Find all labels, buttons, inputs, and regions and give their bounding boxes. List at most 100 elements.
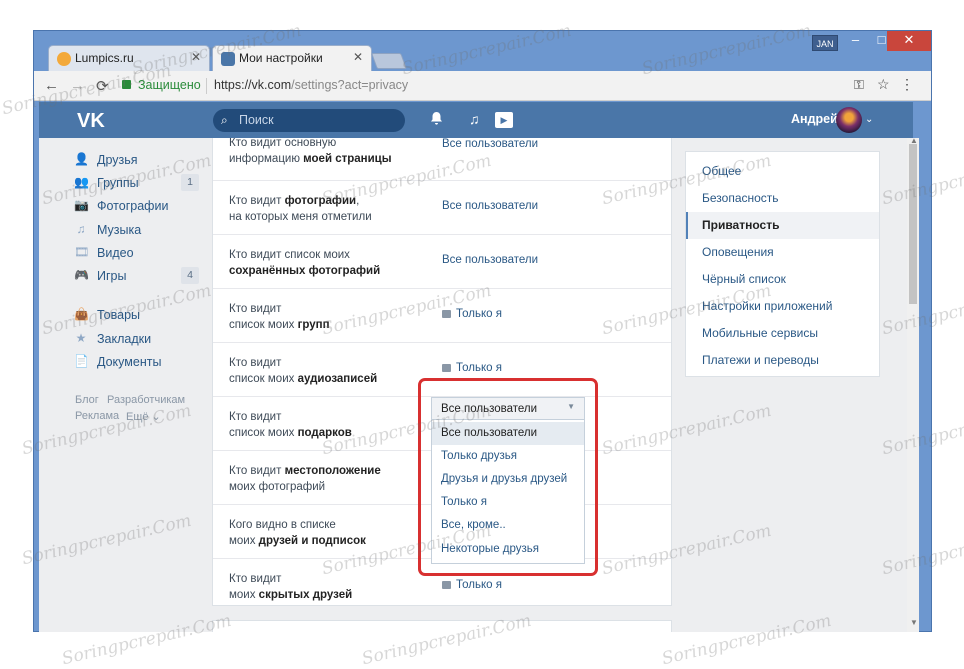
address-bar[interactable]: https://vk.com/settings?act=privacy xyxy=(214,78,408,92)
question-text: на которых меня отметили xyxy=(229,211,372,223)
question-line: Кто видит местоположение xyxy=(229,463,429,479)
padlock-icon xyxy=(442,364,451,372)
question-line: информацию моей страницы xyxy=(229,151,429,167)
question-text: моих фотографий xyxy=(229,481,326,493)
left-menu-item-video[interactable]: 🎞 Видео xyxy=(69,244,204,264)
question-text: информацию xyxy=(229,153,304,165)
question-text: список моих xyxy=(229,427,298,439)
url-rest: /settings?act=privacy xyxy=(291,78,409,92)
privacy-value: Все пользователи xyxy=(442,200,539,212)
footer-link-blog[interactable]: Блог xyxy=(75,394,99,406)
film-icon: 🎞 xyxy=(74,245,90,259)
privacy-value-link[interactable]: Все пользователи xyxy=(442,254,538,266)
privacy-value: Только я xyxy=(456,579,502,591)
question-text: список моих xyxy=(229,373,298,385)
question-line: моих фотографий xyxy=(229,479,429,495)
music-note-icon: ♫ xyxy=(76,222,86,236)
left-menu-label: Друзья xyxy=(97,153,138,167)
privacy-question: Кто видит список моих сохранённых фотогр… xyxy=(229,247,429,279)
privacy-value-link[interactable]: Только я xyxy=(442,579,502,591)
question-text: моих xyxy=(229,535,259,547)
vk-logo[interactable]: VK xyxy=(77,110,105,133)
left-menu-label: Закладки xyxy=(97,332,152,346)
question-line: сохранённых фотографий xyxy=(229,263,429,279)
browser-menu-icon[interactable]: ⋮ xyxy=(900,76,914,93)
question-bold: скрытых друзей xyxy=(258,589,353,601)
question-bold: друзей и подписок xyxy=(258,535,366,547)
friends-icon: 👤 xyxy=(74,152,89,166)
left-menu-label: Музыка xyxy=(97,223,142,237)
question-bold: аудиозаписей xyxy=(297,373,378,385)
left-menu-label: Игры xyxy=(97,269,127,283)
user-name[interactable]: Андрей xyxy=(791,112,838,126)
question-text: Кто видит xyxy=(229,465,285,477)
privacy-value: Только я xyxy=(456,362,502,374)
question-text: моих xyxy=(229,589,259,601)
question-line: на которых меня отметили xyxy=(229,209,429,225)
avatar[interactable] xyxy=(836,107,862,133)
bell-icon[interactable] xyxy=(430,111,443,129)
play-icon[interactable]: ▶ xyxy=(495,112,513,128)
settings-nav-privacy[interactable]: Приватность xyxy=(686,212,879,239)
privacy-row-saved-photos: Кто видит список моих сохранённых фотогр… xyxy=(213,235,671,289)
question-line: Кто видит список моих xyxy=(229,249,350,261)
settings-nav-mobile[interactable]: Мобильные сервисы xyxy=(686,320,879,347)
search-placeholder: Поиск xyxy=(239,113,274,127)
left-menu-label: Фотографии xyxy=(97,199,169,213)
privacy-question: Кто видит основную информацию моей стран… xyxy=(229,138,429,167)
question-line: Кого видно в списке xyxy=(229,519,336,531)
question-line: Кто видит основную xyxy=(229,138,337,149)
settings-nav-payments[interactable]: Платежи и переводы xyxy=(686,347,879,374)
tab-label: Мои настройки xyxy=(239,51,323,65)
url-separator xyxy=(206,78,207,94)
question-line: моих скрытых друзей xyxy=(229,587,429,603)
left-menu-label: Видео xyxy=(97,246,134,260)
left-menu-item-games[interactable]: 🎮 Игры 4 xyxy=(69,267,204,287)
music-icon[interactable]: ♫ xyxy=(469,111,480,127)
settings-nav-security[interactable]: Безопасность xyxy=(686,185,879,212)
question-text: Кто видит xyxy=(229,195,285,207)
lumpics-favicon-icon xyxy=(57,52,71,66)
chevron-down-icon[interactable]: ⌄ xyxy=(865,114,873,125)
bookmark-star-icon[interactable]: ☆ xyxy=(877,76,890,93)
privacy-value-link[interactable]: Все пользователи xyxy=(442,200,538,212)
url-main: https://vk.com xyxy=(214,78,292,92)
key-icon[interactable]: ⚿ xyxy=(854,77,864,93)
left-menu-item-documents[interactable]: 📄 Документы xyxy=(69,353,204,373)
left-menu-item-photos[interactable]: 📷 Фотографии xyxy=(69,197,204,217)
settings-nav-blacklist[interactable]: Чёрный список xyxy=(686,266,879,293)
question-line: Кто видит xyxy=(229,357,282,369)
left-menu-item-bookmarks[interactable]: ★ Закладки xyxy=(69,330,204,350)
document-icon: 📄 xyxy=(74,354,89,368)
games-count-badge: 4 xyxy=(181,267,199,284)
privacy-value: Все пользователи xyxy=(442,138,539,150)
scroll-down-arrow-icon[interactable]: ▼ xyxy=(910,618,918,627)
question-bold: сохранённых фотографий xyxy=(229,265,381,277)
settings-nav-menu: Общее Безопасность Приватность Оповещени… xyxy=(685,151,880,377)
close-window-button[interactable]: ✕ xyxy=(887,31,931,51)
profile-badge[interactable]: JAN xyxy=(812,35,838,51)
privacy-question: Кто видит местоположение моих фотографий xyxy=(229,463,429,495)
gamepad-icon: 🎮 xyxy=(74,268,89,282)
question-bold: моей страницы xyxy=(303,153,392,165)
question-line: список моих аудиозаписей xyxy=(229,371,429,387)
question-text: список моих xyxy=(229,319,298,331)
close-tab-icon[interactable]: ✕ xyxy=(353,50,363,64)
privacy-value-link[interactable]: Только я xyxy=(442,362,502,374)
privacy-value-link[interactable]: Все пользователи xyxy=(442,138,538,150)
star-icon: ★ xyxy=(75,331,87,345)
privacy-question: Кто видит список моих аудиозаписей xyxy=(229,355,429,387)
vk-header: VK ⌕ Поиск ♫ ▶ Андрей ⌄ xyxy=(39,102,913,138)
left-menu-item-music[interactable]: ♫ Музыка xyxy=(69,221,204,241)
left-menu-label: Документы xyxy=(97,355,162,369)
question-bold: местоположение xyxy=(284,465,381,477)
privacy-value: Все пользователи xyxy=(442,254,539,266)
search-input[interactable]: ⌕ Поиск xyxy=(213,109,405,132)
padlock-icon xyxy=(442,581,451,589)
scrollbar-thumb[interactable] xyxy=(909,144,917,304)
tab-label: Lumpics.ru xyxy=(75,51,134,65)
minimize-button[interactable]: – xyxy=(842,31,869,51)
privacy-value: Только я xyxy=(456,308,502,320)
search-icon: ⌕ xyxy=(221,113,228,127)
settings-nav-notifications[interactable]: Оповещения xyxy=(686,239,879,266)
